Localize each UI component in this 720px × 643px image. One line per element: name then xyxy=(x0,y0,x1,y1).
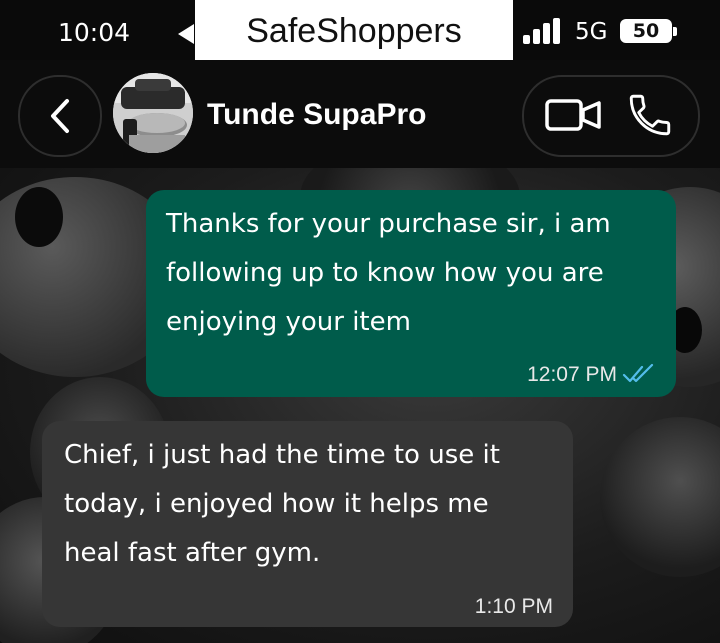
message-line: Thanks for your purchase sir, i am xyxy=(166,209,611,239)
avatar-image xyxy=(113,73,193,153)
message-text: Thanks for your purchase sir, i am follo… xyxy=(166,200,656,347)
back-button[interactable] xyxy=(18,75,102,157)
message-line: Chief, i just had the time to use it xyxy=(64,440,500,470)
overlay-label-text: SafeShoppers xyxy=(246,12,462,50)
video-call-button[interactable] xyxy=(545,95,603,135)
clock: 10:04 xyxy=(58,18,131,47)
double-check-icon xyxy=(622,363,654,383)
avatar[interactable] xyxy=(113,73,193,153)
outgoing-message[interactable]: Thanks for your purchase sir, i am follo… xyxy=(146,190,676,397)
contact-name[interactable]: Tunde SupaPro xyxy=(207,98,426,132)
message-line: following up to know how you are xyxy=(166,258,604,288)
network-type: 5G xyxy=(575,19,608,45)
signal-icon xyxy=(523,18,563,44)
overlay-pointer xyxy=(178,24,194,44)
message-time: 12:07 PM xyxy=(527,363,617,386)
video-camera-icon xyxy=(545,99,601,131)
message-line: enjoying your item xyxy=(166,307,411,337)
message-time: 1:10 PM xyxy=(474,595,553,618)
battery-icon: 50 xyxy=(620,19,672,43)
voice-call-button[interactable] xyxy=(625,90,675,140)
incoming-message[interactable]: Chief, i just had the time to use it tod… xyxy=(42,421,573,627)
battery-tip xyxy=(673,27,677,36)
chevron-left-icon xyxy=(51,99,69,133)
message-text: Chief, i just had the time to use it tod… xyxy=(64,431,559,578)
phone-icon xyxy=(629,94,671,136)
message-line: heal fast after gym. xyxy=(64,538,321,568)
chat-header: Tunde SupaPro xyxy=(0,60,720,168)
message-line: today, i enjoyed how it helps me xyxy=(64,489,489,519)
